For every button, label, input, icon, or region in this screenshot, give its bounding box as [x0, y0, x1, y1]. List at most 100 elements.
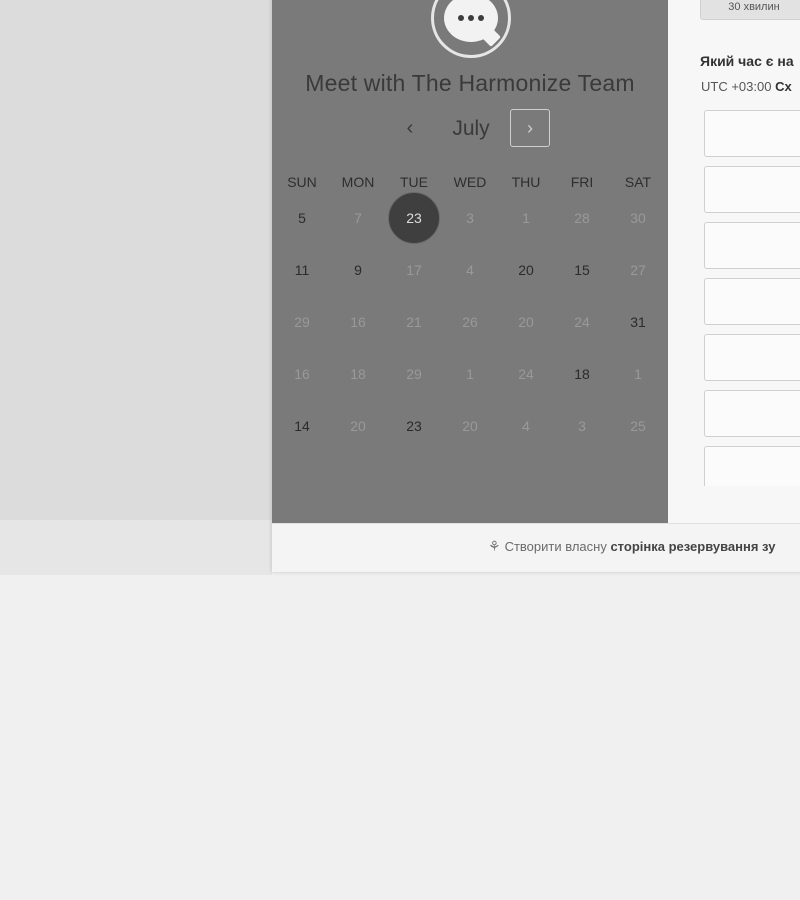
time-panel: 30 хвилин Який час є на UTC +03:00 Сх: [668, 0, 800, 523]
calendar-day[interactable]: 14: [274, 400, 330, 452]
calendar-panel: Meet with The Harmonize Team ‹ July › SU…: [272, 0, 668, 523]
weekday-tue: TUE: [400, 174, 428, 190]
calendar-day: 24: [498, 348, 554, 400]
calendar-day[interactable]: 9: [330, 244, 386, 296]
calendar-day: 18: [330, 348, 386, 400]
calendar-day: 7: [330, 192, 386, 244]
calendar-day: 30: [610, 192, 666, 244]
page-backdrop: [0, 0, 272, 575]
day-number: 31: [630, 314, 646, 330]
calendar-day[interactable]: 15: [554, 244, 610, 296]
day-number: 20: [518, 262, 534, 278]
time-slot[interactable]: [704, 334, 800, 381]
calendar-day: 24: [554, 296, 610, 348]
day-number: 25: [630, 418, 646, 434]
day-number: 24: [518, 366, 534, 382]
day-number: 4: [522, 418, 530, 434]
calendar-day: 3: [442, 192, 498, 244]
day-number: 21: [406, 314, 422, 330]
day-number: 18: [574, 366, 590, 382]
day-number: 4: [466, 262, 474, 278]
day-number: 29: [406, 366, 422, 382]
day-number: 30: [630, 210, 646, 226]
footer-text: Створити власну: [504, 539, 607, 554]
next-month-button[interactable]: ›: [510, 109, 550, 147]
day-number: 27: [630, 262, 646, 278]
weekday-thu: THU: [511, 174, 541, 190]
calendar-day: 1: [442, 348, 498, 400]
selected-day[interactable]: 23: [386, 192, 442, 244]
backdrop-strip: [0, 520, 272, 575]
calendar-day: 4: [498, 400, 554, 452]
calendar-day: 20: [330, 400, 386, 452]
calendar-day[interactable]: 18: [554, 348, 610, 400]
calendar-day: 26: [442, 296, 498, 348]
timezone-offset: UTC +03:00: [701, 79, 772, 94]
day-number: 18: [350, 366, 366, 382]
time-slot[interactable]: [704, 390, 800, 437]
calendar-day: 28: [554, 192, 610, 244]
time-slot[interactable]: [704, 110, 800, 157]
time-slot[interactable]: [704, 446, 800, 486]
day-number: 16: [294, 366, 310, 382]
time-slot[interactable]: [704, 278, 800, 325]
time-slot[interactable]: [704, 166, 800, 213]
weekday-wed: WED: [453, 174, 487, 190]
day-number: 1: [522, 210, 530, 226]
day-number: 5: [298, 210, 306, 226]
timezone-label[interactable]: UTC +03:00 Сх: [701, 79, 792, 94]
day-number: 26: [462, 314, 478, 330]
calendar-day: 16: [330, 296, 386, 348]
weekday-fri: FRI: [570, 174, 594, 190]
time-question: Який час є на: [700, 53, 794, 69]
day-number: 29: [294, 314, 310, 330]
month-label: July: [452, 117, 490, 140]
calendar-day: 21: [386, 296, 442, 348]
day-number: 24: [574, 314, 590, 330]
calendar-day[interactable]: 5: [274, 192, 330, 244]
calendar-day[interactable]: 11: [274, 244, 330, 296]
day-number: 28: [574, 210, 590, 226]
day-number: 9: [354, 262, 362, 278]
booking-page-link[interactable]: сторінка резервування зу: [610, 539, 775, 554]
calendar-day: 20: [498, 296, 554, 348]
calendar-grid: 5 7 23 3 1 28 30 11 9 17 4 20 15 27 29 16 21 26 20 24 31 16 18…: [274, 192, 666, 452]
chat-bubble-icon: [444, 0, 498, 42]
day-number: 7: [354, 210, 362, 226]
calendar-day: 27: [610, 244, 666, 296]
duration-tab[interactable]: 30 хвилин: [700, 0, 800, 20]
avatar: [431, 0, 511, 58]
day-number: 1: [634, 366, 642, 382]
day-number: 16: [350, 314, 366, 330]
calendar-day: 1: [498, 192, 554, 244]
weekday-header: SUN MON TUE WED THU FRI SAT: [274, 174, 666, 190]
day-number: 11: [294, 262, 310, 278]
day-number: 3: [466, 210, 474, 226]
day-number: 20: [350, 418, 366, 434]
day-number: 1: [466, 366, 474, 382]
weekday-sun: SUN: [287, 174, 317, 190]
calendar-day: 17: [386, 244, 442, 296]
calendar-day: 29: [386, 348, 442, 400]
calendar-day[interactable]: 31: [610, 296, 666, 348]
prev-month-button[interactable]: ‹: [398, 115, 422, 141]
time-slot[interactable]: [704, 222, 800, 269]
calendar-day: 16: [274, 348, 330, 400]
weekday-mon: MON: [341, 174, 375, 190]
calendar-day: 4: [442, 244, 498, 296]
day-number: 15: [574, 262, 590, 278]
day-number: 23: [406, 210, 422, 226]
meeting-title: Meet with The Harmonize Team: [305, 70, 635, 96]
calendar-day[interactable]: 20: [498, 244, 554, 296]
calendar-day[interactable]: 23: [386, 400, 442, 452]
weekday-sat: SAT: [624, 174, 652, 190]
sprocket-icon: ⚘: [488, 538, 501, 554]
day-number: 3: [578, 418, 586, 434]
day-number: 14: [294, 418, 310, 434]
footer: ⚘ Створити власну сторінка резервування з…: [272, 523, 800, 572]
calendar-day: 20: [442, 400, 498, 452]
calendar-day: 25: [610, 400, 666, 452]
booking-card: Meet with The Harmonize Team ‹ July › SU…: [272, 0, 800, 572]
day-number: 20: [518, 314, 534, 330]
calendar-day: 1: [610, 348, 666, 400]
